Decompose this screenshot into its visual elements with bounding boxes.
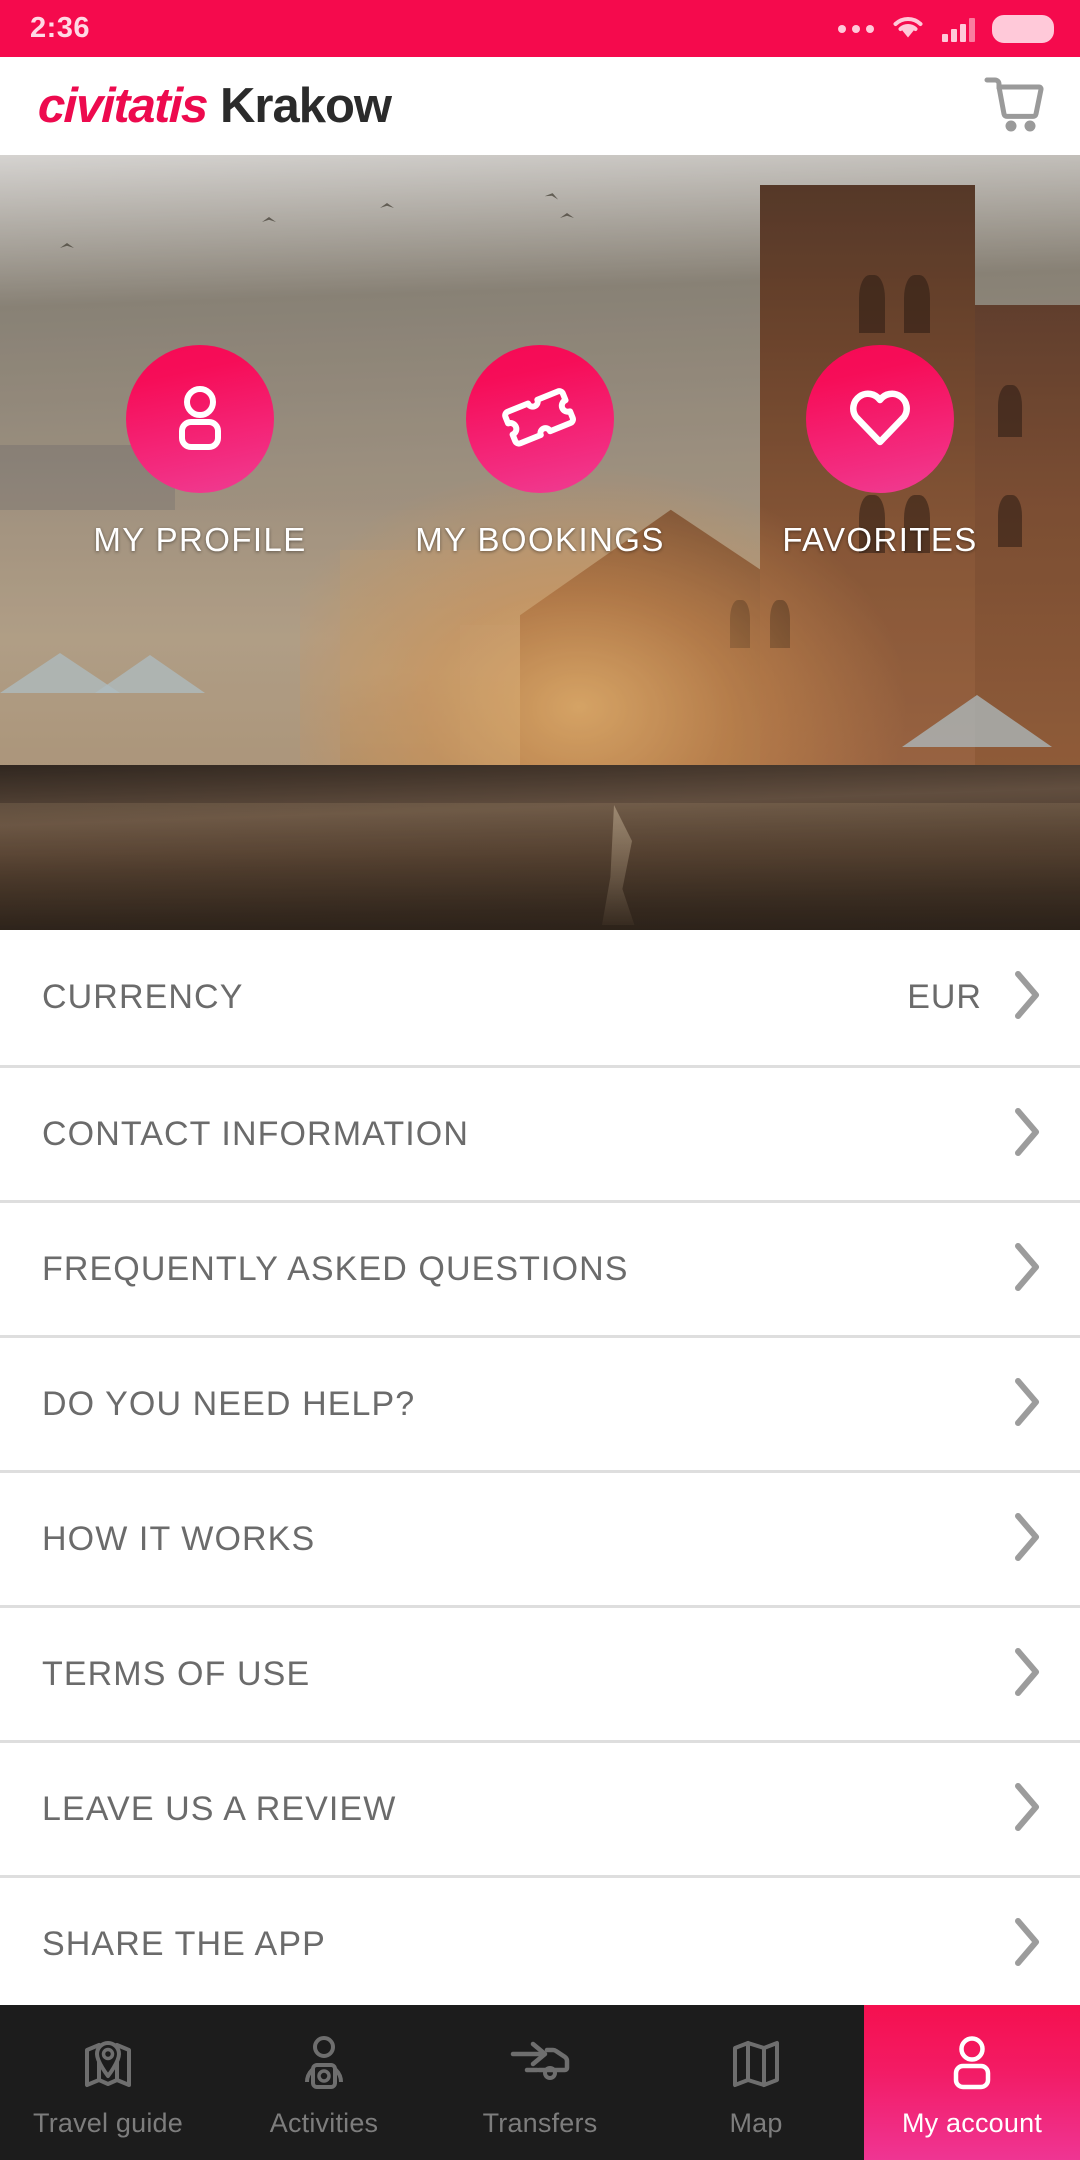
nav-tab-label: Map: [729, 2108, 783, 2138]
account-menu-list: CURRENCY EUR CONTACT INFORMATION FREQUEN…: [0, 930, 1080, 2010]
menu-item-label: CONTACT INFORMATION: [42, 1114, 469, 1153]
chevron-right-icon: [1012, 1646, 1042, 1703]
logo-brand-text: civitatis: [37, 79, 208, 133]
battery-icon: [992, 14, 1054, 43]
chevron-right-icon: [1012, 1916, 1042, 1973]
nav-tab-label: Transfers: [482, 2108, 598, 2138]
account-quick-actions: MY PROFILE MY BOOKINGS FAVORITES: [0, 155, 1080, 930]
menu-item-leave-review[interactable]: LEAVE US A REVIEW: [0, 1740, 1080, 1875]
menu-item-label: SHARE THE APP: [42, 1924, 326, 1963]
chevron-right-icon: [1012, 1106, 1042, 1163]
quick-action-label: MY BOOKINGS: [415, 521, 665, 558]
quick-action-my-bookings[interactable]: MY BOOKINGS: [390, 345, 690, 559]
menu-item-how-it-works[interactable]: HOW IT WORKS: [0, 1470, 1080, 1605]
wifi-icon: [891, 13, 925, 45]
heart-icon: [844, 384, 916, 455]
bottom-navigation: Travel guide Activities Transfers Map My…: [0, 2005, 1080, 2160]
menu-item-need-help[interactable]: DO YOU NEED HELP?: [0, 1335, 1080, 1470]
logo-city-text: Krakow: [219, 79, 392, 133]
chevron-right-icon: [1012, 1781, 1042, 1838]
person-icon: [943, 2032, 1001, 2099]
menu-item-faq[interactable]: FREQUENTLY ASKED QUESTIONS: [0, 1200, 1080, 1335]
map-pin-folded-icon: [77, 2032, 139, 2099]
folded-map-icon: [727, 2032, 785, 2099]
app-header: civitatis Krakow: [0, 57, 1080, 155]
more-dots-icon: [838, 24, 874, 33]
menu-item-label: FREQUENTLY ASKED QUESTIONS: [42, 1249, 629, 1288]
status-icons: [838, 13, 1054, 45]
currency-value: EUR: [907, 978, 982, 1016]
ticket-icon: [502, 382, 578, 457]
my-profile-circle: [126, 345, 274, 493]
nav-tab-transfers[interactable]: Transfers: [432, 2005, 648, 2160]
nav-tab-travel-guide[interactable]: Travel guide: [0, 2005, 216, 2160]
app-screen: 2:36 civitatis Krakow MY PROFILE MY BOOK…: [0, 0, 1080, 2160]
nav-tab-my-account[interactable]: My account: [864, 2005, 1080, 2160]
menu-item-label: HOW IT WORKS: [42, 1519, 316, 1558]
chevron-right-icon: [1012, 1511, 1042, 1568]
nav-tab-label: My account: [901, 2108, 1043, 2138]
menu-item-label: LEAVE US A REVIEW: [42, 1789, 397, 1828]
menu-item-label: DO YOU NEED HELP?: [42, 1384, 416, 1423]
quick-action-label: FAVORITES: [782, 521, 978, 558]
menu-item-currency[interactable]: CURRENCY EUR: [0, 930, 1080, 1065]
chevron-right-icon: [1012, 1376, 1042, 1433]
menu-item-contact-information[interactable]: CONTACT INFORMATION: [0, 1065, 1080, 1200]
shopping-cart-icon: [983, 74, 1045, 139]
hero-banner: MY PROFILE MY BOOKINGS FAVORITES: [0, 155, 1080, 930]
menu-item-terms-of-use[interactable]: TERMS OF USE: [0, 1605, 1080, 1740]
person-icon: [167, 382, 233, 457]
signal-icon: [942, 16, 975, 42]
nav-tab-label: Activities: [269, 2108, 379, 2138]
quick-action-label: MY PROFILE: [93, 521, 307, 558]
quick-action-my-profile[interactable]: MY PROFILE: [50, 345, 350, 559]
quick-action-favorites[interactable]: FAVORITES: [730, 345, 1030, 559]
cart-button[interactable]: [976, 68, 1052, 144]
my-bookings-circle: [466, 345, 614, 493]
app-logo[interactable]: civitatis Krakow: [37, 78, 392, 134]
menu-item-share-app[interactable]: SHARE THE APP: [0, 1875, 1080, 2010]
chevron-right-icon: [1012, 1241, 1042, 1298]
favorites-circle: [806, 345, 954, 493]
status-time: 2:36: [30, 12, 91, 44]
menu-item-label: TERMS OF USE: [42, 1654, 311, 1693]
menu-item-label: CURRENCY: [42, 978, 244, 1016]
status-bar: 2:36: [0, 0, 1080, 57]
car-arrow-icon: [507, 2032, 573, 2099]
nav-tab-map[interactable]: Map: [648, 2005, 864, 2160]
nav-tab-activities[interactable]: Activities: [216, 2005, 432, 2160]
chevron-right-icon: [1012, 969, 1042, 1026]
person-activity-icon: [293, 2032, 355, 2099]
nav-tab-label: Travel guide: [33, 2108, 183, 2138]
